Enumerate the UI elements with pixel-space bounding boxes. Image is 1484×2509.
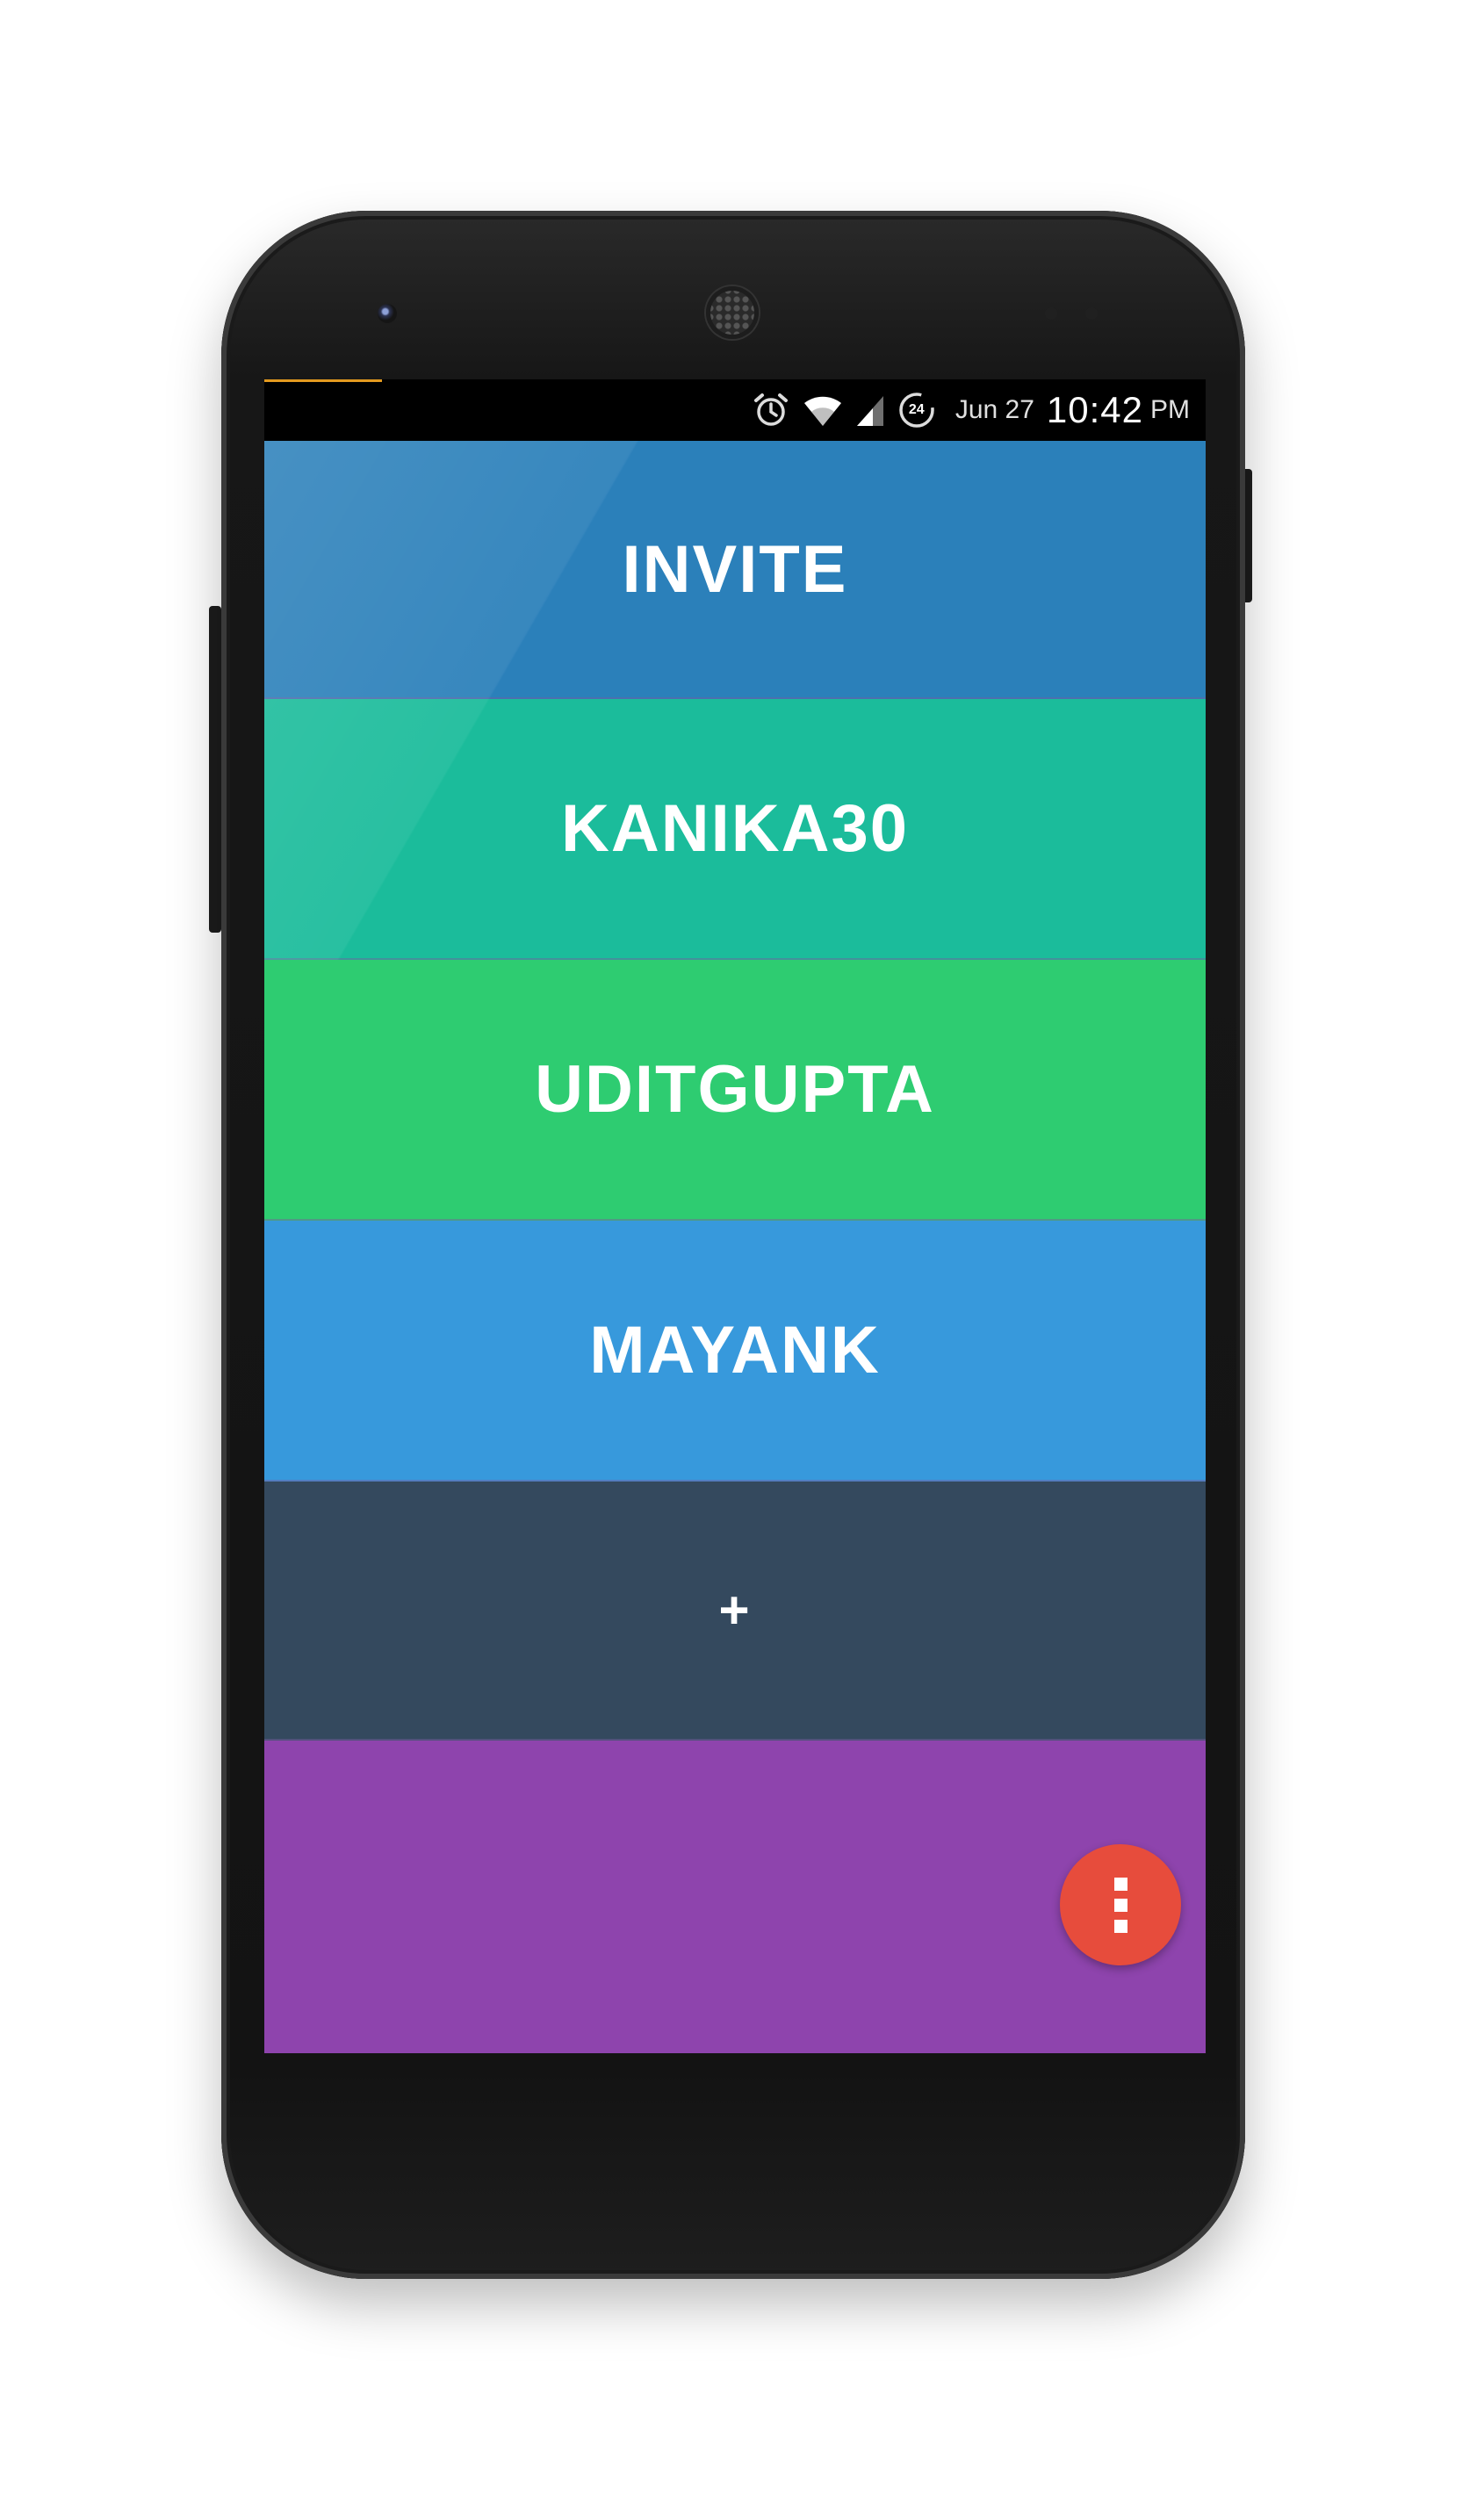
status-date: Jun 27 xyxy=(955,395,1034,424)
front-camera xyxy=(378,304,397,323)
screen: 24 Jun 27 10:42 PM INVITE KANIKA30 UDITG… xyxy=(264,379,1206,2053)
earpiece-speaker xyxy=(706,286,759,339)
page: 24 Jun 27 10:42 PM INVITE KANIKA30 UDITG… xyxy=(0,0,1484,2509)
list-item-uditgupta[interactable]: UDITGUPTA xyxy=(264,960,1206,1221)
light-sensor xyxy=(1085,307,1098,320)
wifi-icon xyxy=(803,393,843,428)
list-item-mayank[interactable]: MAYANK xyxy=(264,1221,1206,1482)
invite-label: INVITE xyxy=(622,531,848,607)
list-item-label: UDITGUPTA xyxy=(535,1052,935,1127)
plus-icon: + xyxy=(718,1581,752,1640)
user-list: INVITE KANIKA30 UDITGUPTA MAYANK + xyxy=(264,441,1206,2053)
status-ampm: PM xyxy=(1150,395,1190,424)
volume-button xyxy=(209,606,221,933)
more-vert-icon-dot xyxy=(1113,1919,1127,1933)
more-vert-icon xyxy=(1113,1877,1127,1891)
list-item-kanika30[interactable]: KANIKA30 xyxy=(264,699,1206,960)
more-options-button[interactable] xyxy=(1060,1844,1181,1965)
invite-row[interactable]: INVITE xyxy=(264,441,1206,699)
status-accent-line xyxy=(264,379,382,382)
list-item-label: MAYANK xyxy=(589,1313,881,1388)
data-badge-text: 24 xyxy=(908,402,925,417)
status-bar: 24 Jun 27 10:42 PM xyxy=(264,379,1206,441)
alarm-icon xyxy=(752,391,790,429)
signal-icon xyxy=(855,393,885,428)
proximity-sensor xyxy=(1045,307,1057,320)
list-item-label: KANIKA30 xyxy=(560,791,910,866)
more-vert-icon-dot xyxy=(1113,1898,1127,1912)
status-time: 10:42 xyxy=(1046,389,1143,430)
data-saver-icon: 24 xyxy=(897,391,936,429)
add-button[interactable]: + xyxy=(264,1482,1206,1741)
status-icons: 24 Jun 27 10:42 PM xyxy=(752,379,1190,441)
